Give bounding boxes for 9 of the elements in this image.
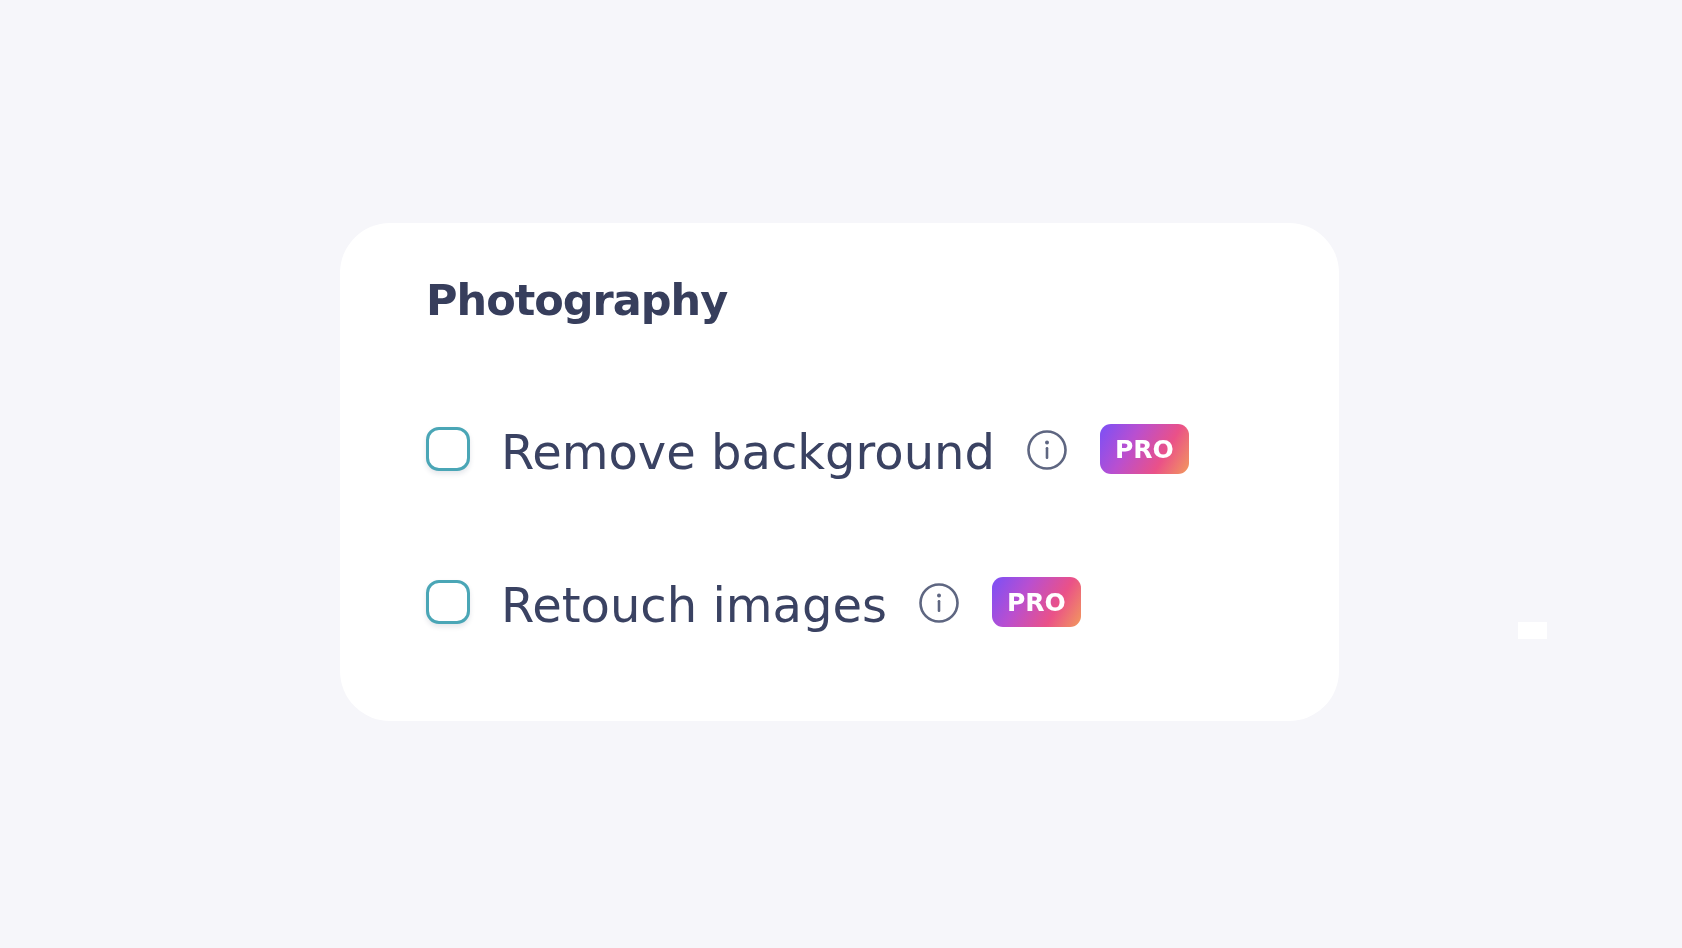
plan-badge: PRO: [991, 577, 1081, 627]
plan-badge: PRO: [1099, 424, 1189, 474]
option-label: Remove background: [501, 423, 995, 482]
checkbox[interactable]: [426, 580, 470, 624]
info-icon[interactable]: [1026, 430, 1067, 470]
option-label: Retouch images: [501, 576, 887, 635]
checkbox[interactable]: [426, 427, 470, 471]
section-title: Photography: [426, 274, 728, 327]
info-icon[interactable]: [918, 583, 959, 623]
